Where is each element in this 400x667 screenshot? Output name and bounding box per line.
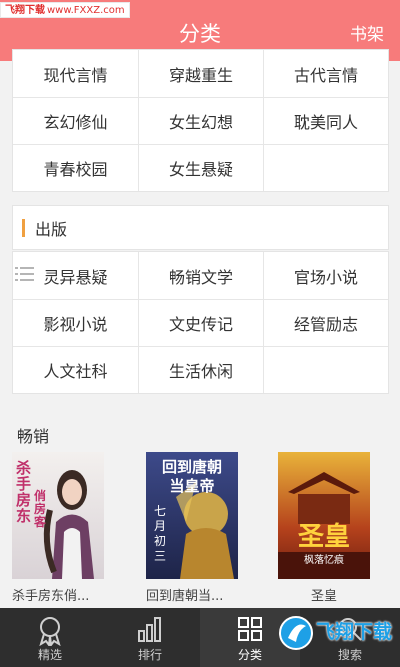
- section-title: 出版: [35, 219, 68, 239]
- award-icon: [39, 617, 61, 646]
- book-title: 圣皇: [310, 589, 337, 604]
- tab-ranking[interactable]: 排行: [100, 608, 200, 667]
- book-title: 回到唐朝当...: [146, 589, 224, 604]
- category-item[interactable]: 畅销文学: [138, 252, 263, 299]
- cover-subtitle: 当皇帝: [169, 477, 215, 495]
- category-item[interactable]: 文史传记: [138, 300, 263, 346]
- cover-subtitle: 俏房客: [34, 489, 47, 529]
- bookshelf-button[interactable]: 书架: [350, 23, 384, 47]
- cover-title: 圣皇: [297, 522, 350, 552]
- category-item[interactable]: 生活休闲: [138, 347, 263, 393]
- watermark-brand: 飞翔下载: [5, 5, 45, 16]
- category-item[interactable]: 经管励志: [263, 300, 388, 346]
- category-grid-publish: 灵异悬疑 畅销文学 官场小说 影视小说 文史传记 经管励志 人文社科 生活休闲: [12, 251, 389, 394]
- grid-row: 现代言情 穿越重生 古代言情: [13, 50, 388, 97]
- grid-row: 玄幻修仙 女生幻想 耽美同人: [13, 97, 388, 144]
- book-card[interactable]: 回到唐朝 当皇帝 七月初三 回到唐朝当...: [146, 452, 242, 604]
- empty-cell: [263, 145, 388, 191]
- section-accent-bar: [22, 218, 25, 237]
- book-card[interactable]: 杀手房东 俏房客 杀手房东俏...: [12, 452, 108, 604]
- book-title: 杀手房东俏...: [12, 589, 90, 604]
- category-item[interactable]: 耽美同人: [263, 98, 388, 144]
- cover-title: 回到唐朝: [161, 458, 222, 476]
- tab-label: 排行: [137, 648, 162, 662]
- category-item[interactable]: 现代言情: [13, 50, 138, 97]
- tab-label: 分类: [237, 648, 262, 662]
- grid-row: 影视小说 文史传记 经管励志: [13, 299, 388, 346]
- grid-row: 灵异悬疑 畅销文学 官场小说: [13, 252, 388, 299]
- category-grid-top: 现代言情 穿越重生 古代言情 玄幻修仙 女生幻想 耽美同人 青春校园 女生悬疑: [12, 49, 389, 192]
- category-item[interactable]: 灵异悬疑: [13, 252, 138, 299]
- logo-text: 飞翔下载: [316, 621, 393, 643]
- grid-icon: [238, 617, 262, 641]
- tab-featured[interactable]: 精选: [0, 608, 100, 667]
- watermark-url: www.FXXZ.com: [47, 5, 125, 16]
- book-cover[interactable]: 杀手房东 俏房客: [12, 452, 104, 579]
- cover-title: 杀手房东: [16, 459, 32, 525]
- grid-row: 青春校园 女生悬疑: [13, 144, 388, 191]
- section-header-publish: 出版: [12, 205, 389, 250]
- category-item[interactable]: 影视小说: [13, 300, 138, 346]
- bar-chart-icon: [138, 617, 161, 642]
- category-item[interactable]: 青春校园: [13, 145, 138, 191]
- watermark-logo: 飞翔下载: [278, 612, 392, 654]
- bestseller-title: 畅销: [17, 427, 50, 446]
- book-card[interactable]: 圣皇 枫落忆痕 圣皇: [278, 452, 374, 604]
- category-item[interactable]: 官场小说: [263, 252, 388, 299]
- category-item[interactable]: 穿越重生: [138, 50, 263, 97]
- book-cover[interactable]: 回到唐朝 当皇帝 七月初三: [146, 452, 238, 579]
- category-item[interactable]: 人文社科: [13, 347, 138, 393]
- cover-author: 枫落忆痕: [304, 555, 344, 566]
- tab-label: 精选: [37, 648, 62, 662]
- grid-row: 人文社科 生活休闲: [13, 346, 388, 393]
- cover-author: 七月初三: [154, 504, 167, 563]
- category-item[interactable]: 玄幻修仙: [13, 98, 138, 144]
- book-cover[interactable]: 圣皇 枫落忆痕: [278, 452, 370, 579]
- watermark: 飞翔下载 www.FXXZ.com: [0, 2, 130, 18]
- category-item[interactable]: 古代言情: [263, 50, 388, 97]
- category-item[interactable]: 女生幻想: [138, 98, 263, 144]
- empty-cell: [263, 347, 388, 393]
- category-label: 灵异悬疑: [43, 267, 108, 287]
- page-title: 分类: [179, 22, 221, 46]
- list-icon: [15, 265, 35, 283]
- category-item[interactable]: 女生悬疑: [138, 145, 263, 191]
